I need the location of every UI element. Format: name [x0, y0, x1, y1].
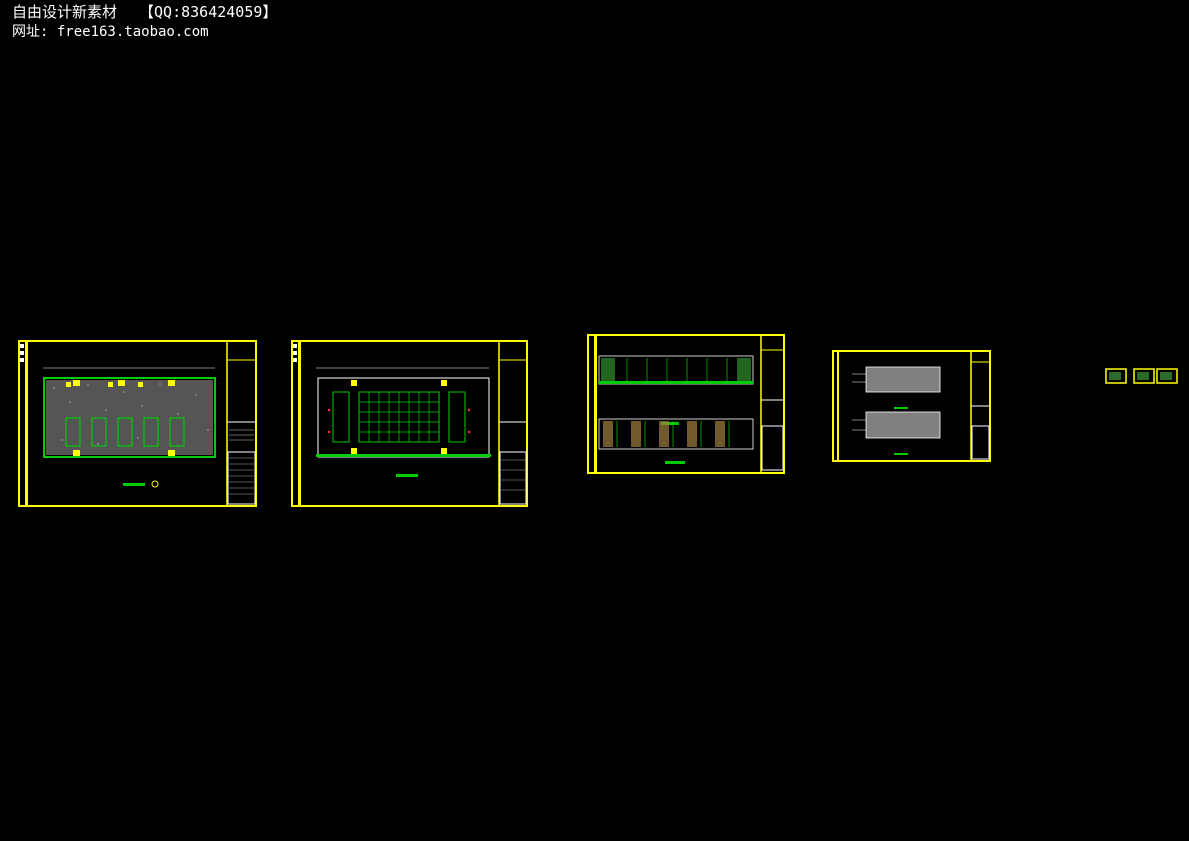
header-qq: 【QQ:836424059】	[139, 3, 278, 21]
sheet-elevations-1[interactable]	[587, 334, 786, 475]
sheet-elevations-2[interactable]	[832, 350, 992, 463]
header-website: 网址: free163.taobao.com	[12, 24, 209, 40]
sheet-floor-plan[interactable]	[18, 340, 258, 508]
thumbnail-sheets[interactable]	[1105, 368, 1179, 384]
header-title: 自由设计新素材	[12, 3, 118, 21]
sheet-ceiling-plan[interactable]	[291, 340, 529, 508]
header-line-1: 自由设计新素材 【QQ:836424059】	[12, 3, 277, 21]
